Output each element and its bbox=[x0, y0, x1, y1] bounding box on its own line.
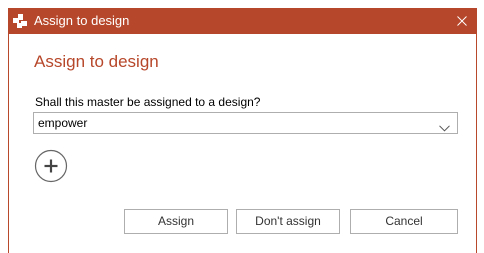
app-logo-icon bbox=[12, 13, 28, 29]
close-icon bbox=[457, 16, 467, 26]
title-bar[interactable]: Assign to design bbox=[8, 8, 477, 34]
dialog-heading: Assign to design bbox=[34, 52, 159, 71]
assign-question-label: Shall this master be assigned to a desig… bbox=[35, 95, 261, 109]
dont-assign-button[interactable]: Don't assign bbox=[236, 209, 340, 234]
cancel-button[interactable]: Cancel bbox=[350, 209, 458, 234]
assign-to-design-dialog: Assign to design Assign to design Shall … bbox=[8, 8, 477, 253]
design-select[interactable]: empower bbox=[33, 112, 458, 134]
chevron-down-icon bbox=[439, 119, 450, 137]
assign-button[interactable]: Assign bbox=[124, 209, 228, 234]
window-title: Assign to design bbox=[34, 13, 130, 28]
design-select-value: empower bbox=[38, 116, 88, 130]
add-design-button[interactable] bbox=[34, 149, 68, 183]
close-button[interactable] bbox=[447, 8, 477, 34]
plus-circle-icon bbox=[34, 149, 68, 183]
